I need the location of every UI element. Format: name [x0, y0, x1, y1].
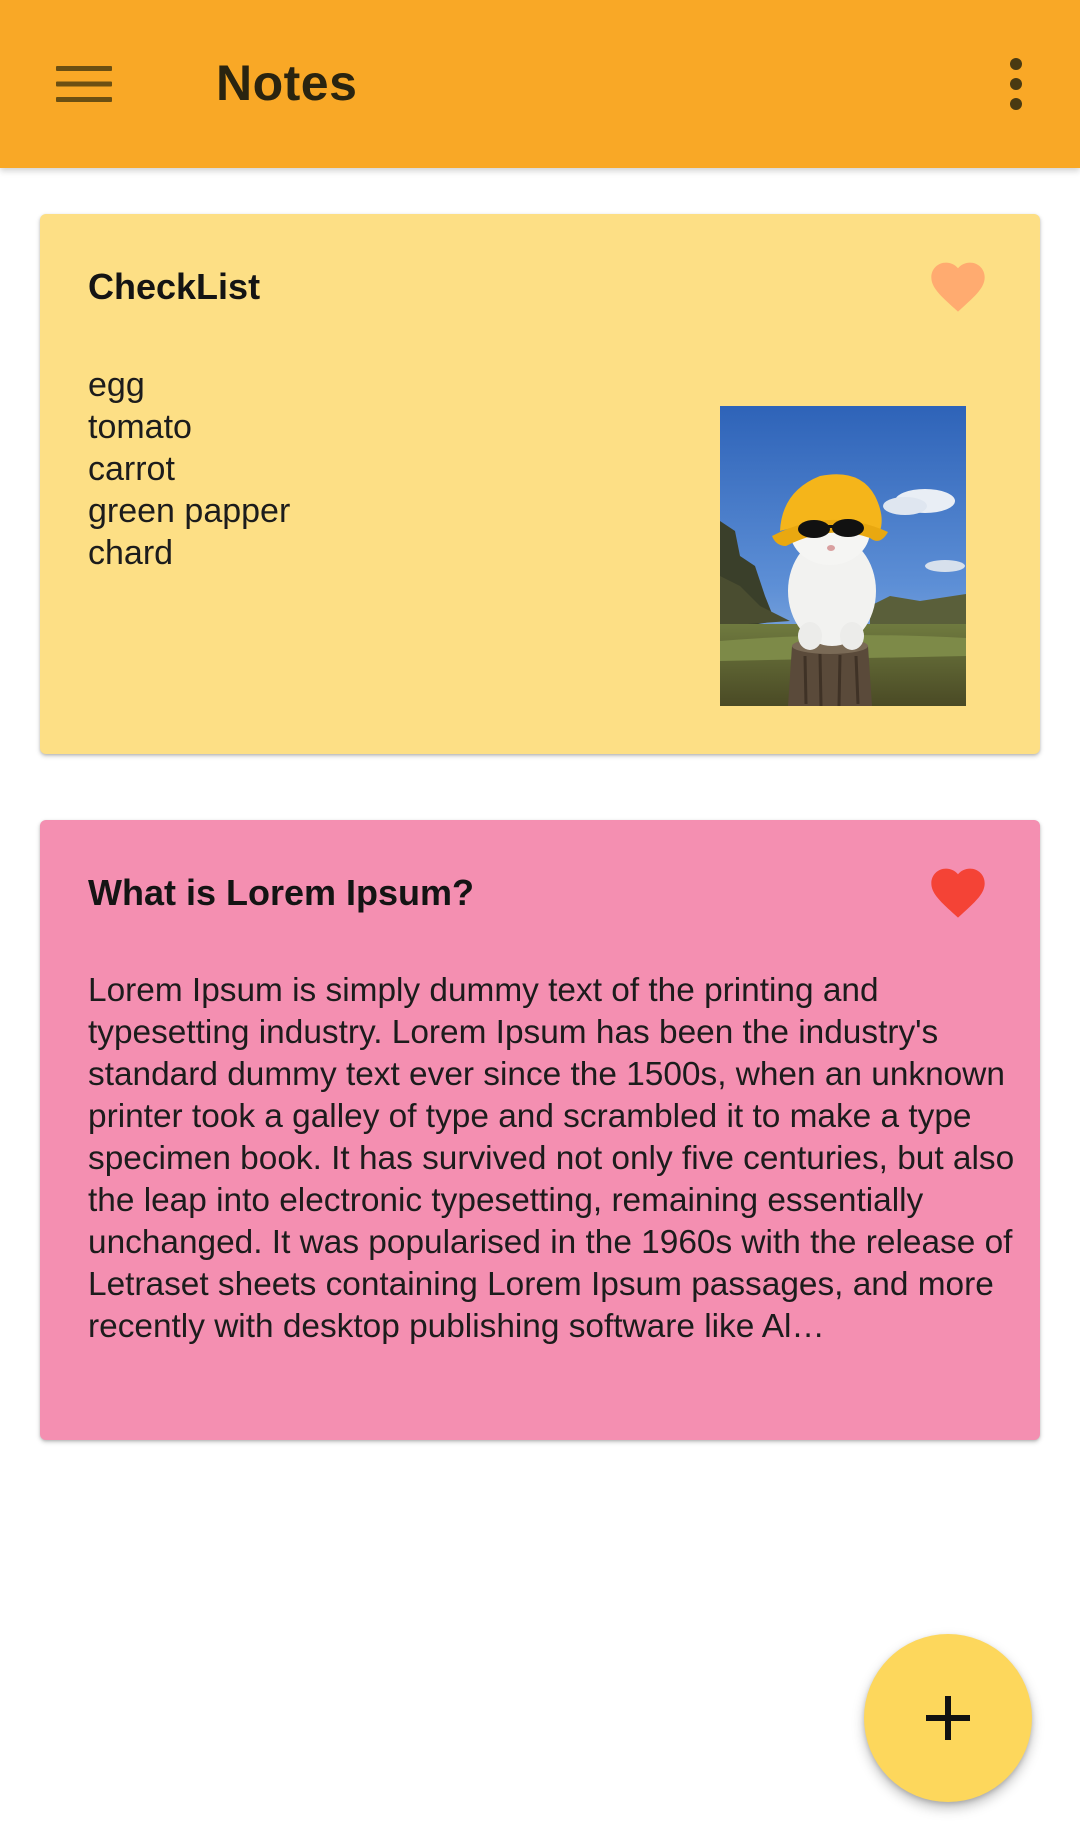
checklist-item: carrot: [88, 450, 175, 488]
cat-photo-thumbnail: [720, 406, 966, 706]
menu-button[interactable]: [36, 36, 132, 132]
hamburger-menu-icon: [56, 66, 112, 102]
add-note-button[interactable]: [864, 1634, 1032, 1802]
note-title: What is Lorem Ipsum?: [88, 872, 475, 913]
add-icon: [926, 1696, 970, 1740]
heart-icon: [931, 262, 985, 312]
note-card-checklist[interactable]: CheckList egg tomato carrot green papper…: [40, 214, 1040, 754]
note-title: CheckList: [88, 266, 261, 307]
note-image-thumbnail[interactable]: [720, 406, 966, 706]
checklist-item: tomato: [88, 408, 192, 446]
note-body: Lorem Ipsum is simply dummy text of the …: [88, 972, 1015, 1345]
favorite-button[interactable]: [926, 860, 990, 924]
heart-icon: [931, 868, 985, 918]
checklist-item: egg: [88, 366, 145, 404]
checklist-item: green papper: [88, 492, 291, 530]
checklist-item: chard: [88, 534, 174, 572]
favorite-button[interactable]: [926, 254, 990, 318]
overflow-menu-button[interactable]: [968, 36, 1064, 132]
more-vert-icon: [1010, 58, 1022, 110]
page-title: Notes: [216, 55, 358, 111]
note-card-lorem-ipsum[interactable]: What is Lorem Ipsum? Lorem Ipsum is simp…: [40, 820, 1040, 1440]
app-bar: Notes: [0, 0, 1080, 168]
checklist: egg tomato carrot green papper chard: [88, 364, 290, 574]
